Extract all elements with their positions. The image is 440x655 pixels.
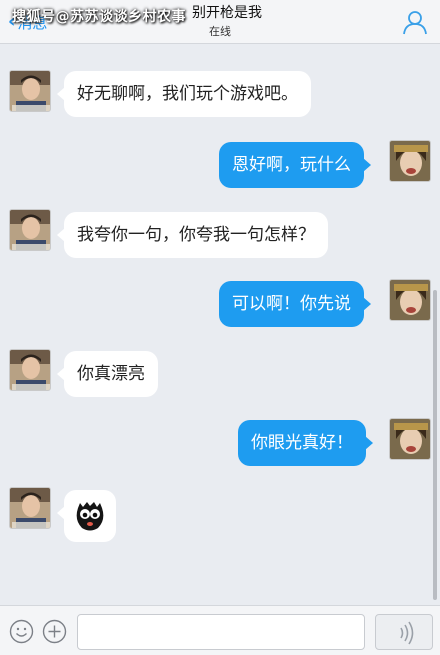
contact-avatar[interactable] [9,209,51,251]
smiley-icon [9,619,34,644]
emoji-button[interactable] [9,619,34,644]
chat-header: ‹ 消息 ，别开枪是我 在线 搜狐号@苏苏谈谈乡村农事 [0,0,440,44]
input-bar [0,605,440,655]
plus-icon [42,619,67,644]
contact-avatar[interactable] [9,487,51,529]
message-input[interactable] [77,614,365,650]
person-icon [403,11,427,35]
blob-emoji-icon [76,502,104,531]
sticker-bubble[interactable] [57,490,116,542]
sound-wave-icon [400,621,414,645]
contact-avatar[interactable] [9,70,51,112]
message-bubble[interactable]: 你眼光真好！ [238,420,373,466]
message-bubble[interactable]: 好无聊啊，我们玩个游戏吧。 [57,71,311,117]
voice-button[interactable] [375,614,433,650]
add-button[interactable] [42,619,67,644]
scrollbar[interactable] [433,290,437,600]
my-avatar[interactable] [389,279,431,321]
my-avatar[interactable] [389,418,431,460]
message-bubble[interactable]: 你真漂亮 [57,351,158,397]
contact-avatar[interactable] [9,349,51,391]
message-bubble[interactable]: 可以啊！你先说 [219,281,371,327]
profile-button[interactable] [402,9,428,35]
message-bubble[interactable]: 我夸你一句，你夸我一句怎样？ [57,212,328,258]
my-avatar[interactable] [389,140,431,182]
watermark: 搜狐号@苏苏谈谈乡村农事 [12,9,186,25]
online-status: 在线 [209,25,231,38]
message-bubble[interactable]: 恩好啊，玩什么 [219,142,371,188]
